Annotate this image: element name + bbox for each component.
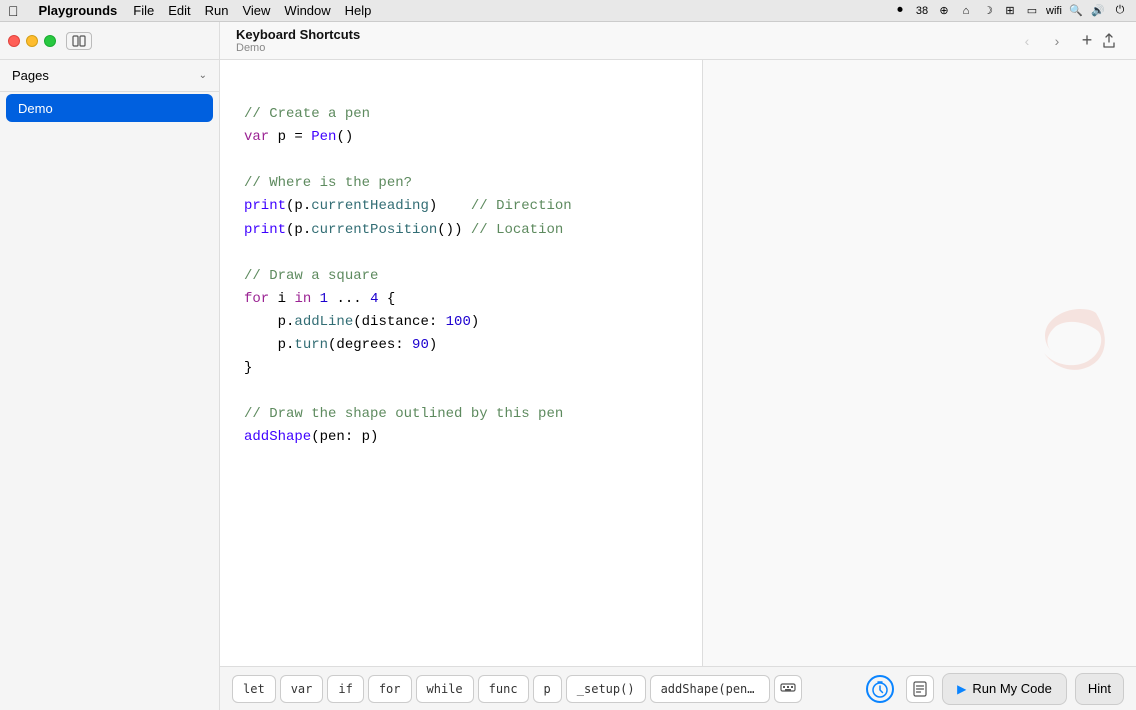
- code-editor[interactable]: // Create a pen var p = Pen() // Where i…: [220, 60, 702, 666]
- pages-header: Pages ⌄: [0, 60, 219, 92]
- code-line: for i in 1 ... 4 {: [244, 288, 678, 311]
- apple-menu-icon[interactable]: : [8, 3, 19, 19]
- doc-button[interactable]: [906, 675, 934, 703]
- sidebar-toolbar: [0, 22, 219, 60]
- menu-items: File Edit Run View Window Help: [133, 3, 371, 18]
- run-button[interactable]: ▶ Run My Code: [942, 673, 1067, 705]
- code-line: [244, 80, 678, 103]
- share-button[interactable]: [1098, 30, 1120, 52]
- code-line: addShape(pen: p): [244, 426, 678, 449]
- code-line: p.addLine(distance: 100): [244, 311, 678, 334]
- code-line: var p = Pen(): [244, 126, 678, 149]
- hint-button[interactable]: Hint: [1075, 673, 1124, 705]
- pages-chevron-icon[interactable]: ⌄: [199, 70, 207, 81]
- code-line: p.turn(degrees: 90): [244, 334, 678, 357]
- code-line: [244, 149, 678, 172]
- timer-icon: [866, 675, 894, 703]
- pages-label: Pages: [12, 68, 49, 83]
- volume-icon[interactable]: 🔊: [1090, 3, 1106, 19]
- moon-icon: ☽: [980, 3, 996, 19]
- hint-label: Hint: [1088, 681, 1111, 696]
- main-area: Pages ⌄ Demo Keyboard Shortcuts Demo ‹ ›…: [0, 22, 1136, 710]
- split-view-button[interactable]: [66, 32, 92, 50]
- network-icon: ⌂: [958, 3, 974, 19]
- code-line: [244, 242, 678, 265]
- menu-run[interactable]: Run: [205, 3, 229, 18]
- snippet-setup[interactable]: _setup(): [566, 675, 646, 703]
- editor-subtitle: Demo: [236, 42, 1016, 54]
- code-area: // Create a pen var p = Pen() // Where i…: [220, 60, 1136, 666]
- sidebar: Pages ⌄ Demo: [0, 22, 220, 710]
- keyboard-toggle-button[interactable]: [774, 675, 802, 703]
- editor-title-block: Keyboard Shortcuts Demo: [236, 27, 1016, 54]
- code-line: print(p.currentHeading) // Direction: [244, 195, 678, 218]
- record-icon: ⏺: [892, 3, 908, 19]
- code-line: // Where is the pen?: [244, 172, 678, 195]
- battery-icon: ▭: [1024, 3, 1040, 19]
- bottom-toolbar: let var if for while func p _setup() add…: [220, 666, 1136, 710]
- menu-window[interactable]: Window: [284, 3, 330, 18]
- editor-toolbar: Keyboard Shortcuts Demo ‹ › +: [220, 22, 1136, 60]
- keyword-let[interactable]: let: [232, 675, 276, 703]
- control-center-icon[interactable]: ⊞: [1002, 3, 1018, 19]
- power-icon[interactable]: ⏻: [1112, 3, 1128, 19]
- keyword-var[interactable]: var: [280, 675, 324, 703]
- traffic-lights: [8, 35, 56, 47]
- menubar-status-area: ⏺ 38 ⊕ ⌂ ☽ ⊞ ▭ wifi 🔍 🔊 ⏻: [892, 3, 1128, 19]
- run-play-icon: ▶: [957, 682, 966, 696]
- right-panel: [702, 60, 1136, 666]
- search-icon[interactable]: 🔍: [1068, 3, 1084, 19]
- keyword-buttons: let var if for while func p _setup() add…: [220, 675, 814, 703]
- wifi-icon[interactable]: wifi: [1046, 3, 1062, 19]
- swift-logo-watermark: [1036, 303, 1106, 378]
- bluetooth-icon: ⊕: [936, 3, 952, 19]
- snippet-addshape[interactable]: addShape(pen: |: [650, 675, 770, 703]
- menu-file[interactable]: File: [133, 3, 154, 18]
- editor-nav-buttons: ‹ ›: [1016, 30, 1068, 52]
- battery-percent: 38: [914, 3, 930, 19]
- editor-container: Keyboard Shortcuts Demo ‹ › +: [220, 22, 1136, 666]
- menu-view[interactable]: View: [242, 3, 270, 18]
- code-line: print(p.currentPosition()) // Location: [244, 219, 678, 242]
- add-page-button[interactable]: +: [1076, 30, 1098, 52]
- run-label: Run My Code: [972, 681, 1051, 696]
- close-button[interactable]: [8, 35, 20, 47]
- keyword-for[interactable]: for: [368, 675, 412, 703]
- code-line: [244, 380, 678, 403]
- code-line: }: [244, 357, 678, 380]
- sidebar-item-label: Demo: [18, 101, 53, 116]
- keyword-p[interactable]: p: [533, 675, 562, 703]
- code-line: // Draw a square: [244, 265, 678, 288]
- keyword-if[interactable]: if: [327, 675, 363, 703]
- maximize-button[interactable]: [44, 35, 56, 47]
- nav-forward-button[interactable]: ›: [1046, 30, 1068, 52]
- editor-title: Keyboard Shortcuts: [236, 27, 1016, 42]
- keyword-func[interactable]: func: [478, 675, 529, 703]
- code-line: // Create a pen: [244, 103, 678, 126]
- minimize-button[interactable]: [26, 35, 38, 47]
- app-name[interactable]: Playgrounds: [39, 3, 118, 18]
- menu-help[interactable]: Help: [345, 3, 372, 18]
- menubar:  Playgrounds File Edit Run View Window …: [0, 0, 1136, 22]
- keyword-while[interactable]: while: [416, 675, 474, 703]
- menu-edit[interactable]: Edit: [168, 3, 190, 18]
- bottom-right-actions: ▶ Run My Code Hint: [854, 673, 1136, 705]
- nav-back-button[interactable]: ‹: [1016, 30, 1038, 52]
- sidebar-item-demo[interactable]: Demo: [6, 94, 213, 122]
- code-line: // Draw the shape outlined by this pen: [244, 403, 678, 426]
